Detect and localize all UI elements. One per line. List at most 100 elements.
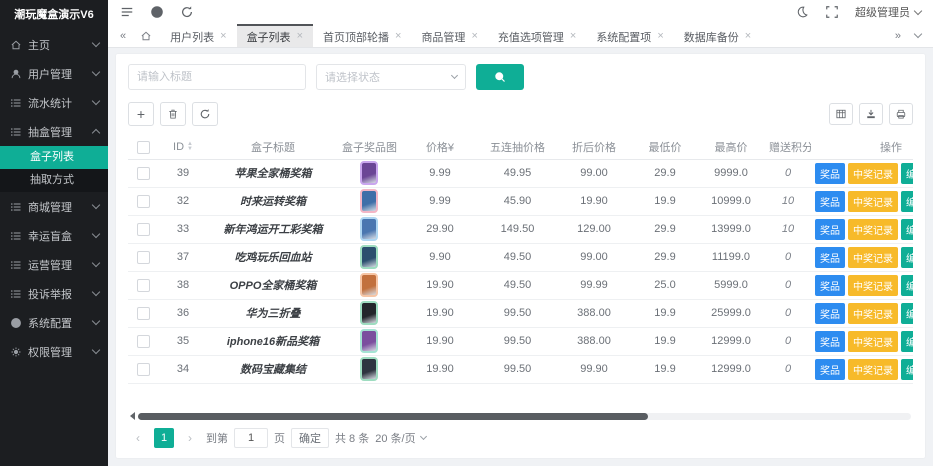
user-menu[interactable]: 超级管理员 [855,4,921,20]
sidebar-item[interactable]: 主页 [0,30,108,59]
scrollbar-thumb[interactable] [138,413,648,420]
action-prize-button[interactable]: 奖品 [815,219,845,240]
select-all-checkbox[interactable] [137,141,150,154]
prize-image[interactable] [360,273,378,297]
sidebar-item[interactable]: circle{fill:currentColor}幸运盲盒 [0,221,108,250]
prize-image[interactable] [360,245,378,269]
tab-close-icon[interactable]: × [745,31,751,42]
action-win-record-button[interactable]: 中奖记录 [848,247,898,268]
action-edit-button[interactable]: 编辑 [901,191,913,212]
scroll-left-arrow-icon[interactable] [130,412,135,420]
action-win-record-button[interactable]: 中奖记录 [848,191,898,212]
row-checkbox[interactable] [137,167,150,180]
action-win-record-button[interactable]: 中奖记录 [848,275,898,296]
sidebar-item[interactable]: circle{fill:currentColor}投诉举报 [0,279,108,308]
page-number-button[interactable]: 1 [154,428,174,448]
sidebar-item[interactable]: circle{fill:currentColor}运营管理 [0,250,108,279]
sort-icon[interactable]: ▲▼ [187,142,193,152]
action-prize-button[interactable]: 奖品 [815,331,845,352]
refresh-icon[interactable] [180,5,194,19]
jump-confirm-button[interactable]: 确定 [291,428,329,448]
row-checkbox[interactable] [137,363,150,376]
tab[interactable]: 充值选项管理× [488,24,586,47]
sidebar-item[interactable]: 用户管理 [0,59,108,88]
sidebar-item[interactable]: circle{fill:currentColor}商城管理 [0,192,108,221]
delete-button[interactable] [160,102,186,126]
action-prize-button[interactable]: 奖品 [815,247,845,268]
action-edit-button[interactable]: 编辑 [901,303,913,324]
tab-close-icon[interactable]: × [395,31,401,42]
sidebar-item[interactable]: circle{fill:currentColor}抽盒管理 [0,117,108,146]
row-checkbox[interactable] [137,251,150,264]
sidebar-item[interactable]: 系统配置 [0,308,108,337]
tabs-menu-icon[interactable] [909,24,927,47]
tabs-scroll-right-icon[interactable]: » [889,24,907,47]
print-button[interactable] [889,103,913,125]
next-page-button[interactable]: › [180,428,200,448]
tab-close-icon[interactable]: × [657,31,663,42]
tab[interactable]: 盒子列表× [237,24,313,47]
action-edit-button[interactable]: 编辑 [901,219,913,240]
tab-close-icon[interactable]: × [471,31,477,42]
tab-close-icon[interactable]: × [220,31,226,42]
add-button[interactable]: + [128,102,154,126]
action-win-record-button[interactable]: 中奖记录 [848,219,898,240]
tab[interactable]: 系统配置项× [586,24,673,47]
search-button[interactable] [476,64,524,90]
export-button[interactable] [859,103,883,125]
action-prize-button[interactable]: 奖品 [815,163,845,184]
home-tab-icon[interactable] [134,24,158,47]
row-checkbox[interactable] [137,195,150,208]
title-search-input[interactable] [128,64,306,90]
sidebar-item[interactable]: 权限管理 [0,337,108,366]
action-win-record-button[interactable]: 中奖记录 [848,163,898,184]
action-edit-button[interactable]: 编辑 [901,163,913,184]
action-win-record-button[interactable]: 中奖记录 [848,359,898,380]
prize-image[interactable] [360,329,378,353]
prize-image[interactable] [360,217,378,241]
action-prize-button[interactable]: 奖品 [815,275,845,296]
scrollbar-track[interactable] [138,413,911,420]
page-jump-input[interactable] [234,428,268,448]
row-min-price: 19.9 [633,327,697,355]
theme-icon[interactable] [795,5,809,19]
tab[interactable]: 数据库备份× [674,24,761,47]
tab[interactable]: 首页顶部轮播× [313,24,411,47]
prize-image[interactable] [360,161,378,185]
row-checkbox[interactable] [137,279,150,292]
action-edit-button[interactable]: 编辑 [901,331,913,352]
sidebar-item[interactable]: circle{fill:currentColor}流水统计 [0,88,108,117]
fullscreen-icon[interactable] [825,5,839,19]
action-prize-button[interactable]: 奖品 [815,191,845,212]
row-checkbox[interactable] [137,335,150,348]
chevron-down-icon [92,201,100,209]
page-size-select[interactable]: 20 条/页 [375,430,425,446]
columns-settings-button[interactable] [829,103,853,125]
tab[interactable]: 用户列表× [160,24,236,47]
action-edit-button[interactable]: 编辑 [901,275,913,296]
sidebar-subitem[interactable]: 抽取方式 [0,169,108,192]
chevron-down-icon [451,72,458,79]
action-win-record-button[interactable]: 中奖记录 [848,331,898,352]
prev-page-button[interactable]: ‹ [128,428,148,448]
status-select[interactable]: 请选择状态 [316,64,466,90]
tab-close-icon[interactable]: × [570,31,576,42]
action-prize-button[interactable]: 奖品 [815,303,845,324]
row-checkbox[interactable] [137,223,150,236]
tab-close-icon[interactable]: × [297,31,303,42]
action-prize-button[interactable]: 奖品 [815,359,845,380]
action-edit-button[interactable]: 编辑 [901,247,913,268]
prize-image[interactable] [360,357,378,381]
row-checkbox[interactable] [137,307,150,320]
prize-image[interactable] [360,301,378,325]
hamburger-icon[interactable] [120,5,134,19]
action-win-record-button[interactable]: 中奖记录 [848,303,898,324]
tabs-scroll-left-icon[interactable]: « [114,24,132,47]
tab[interactable]: 商品管理× [411,24,487,47]
prize-image[interactable] [360,189,378,213]
column-header: 操作 [811,136,913,159]
globe-icon[interactable] [150,5,164,19]
sidebar-subitem[interactable]: 盒子列表 [0,146,108,169]
refresh-table-button[interactable] [192,102,218,126]
action-edit-button[interactable]: 编辑 [901,359,913,380]
